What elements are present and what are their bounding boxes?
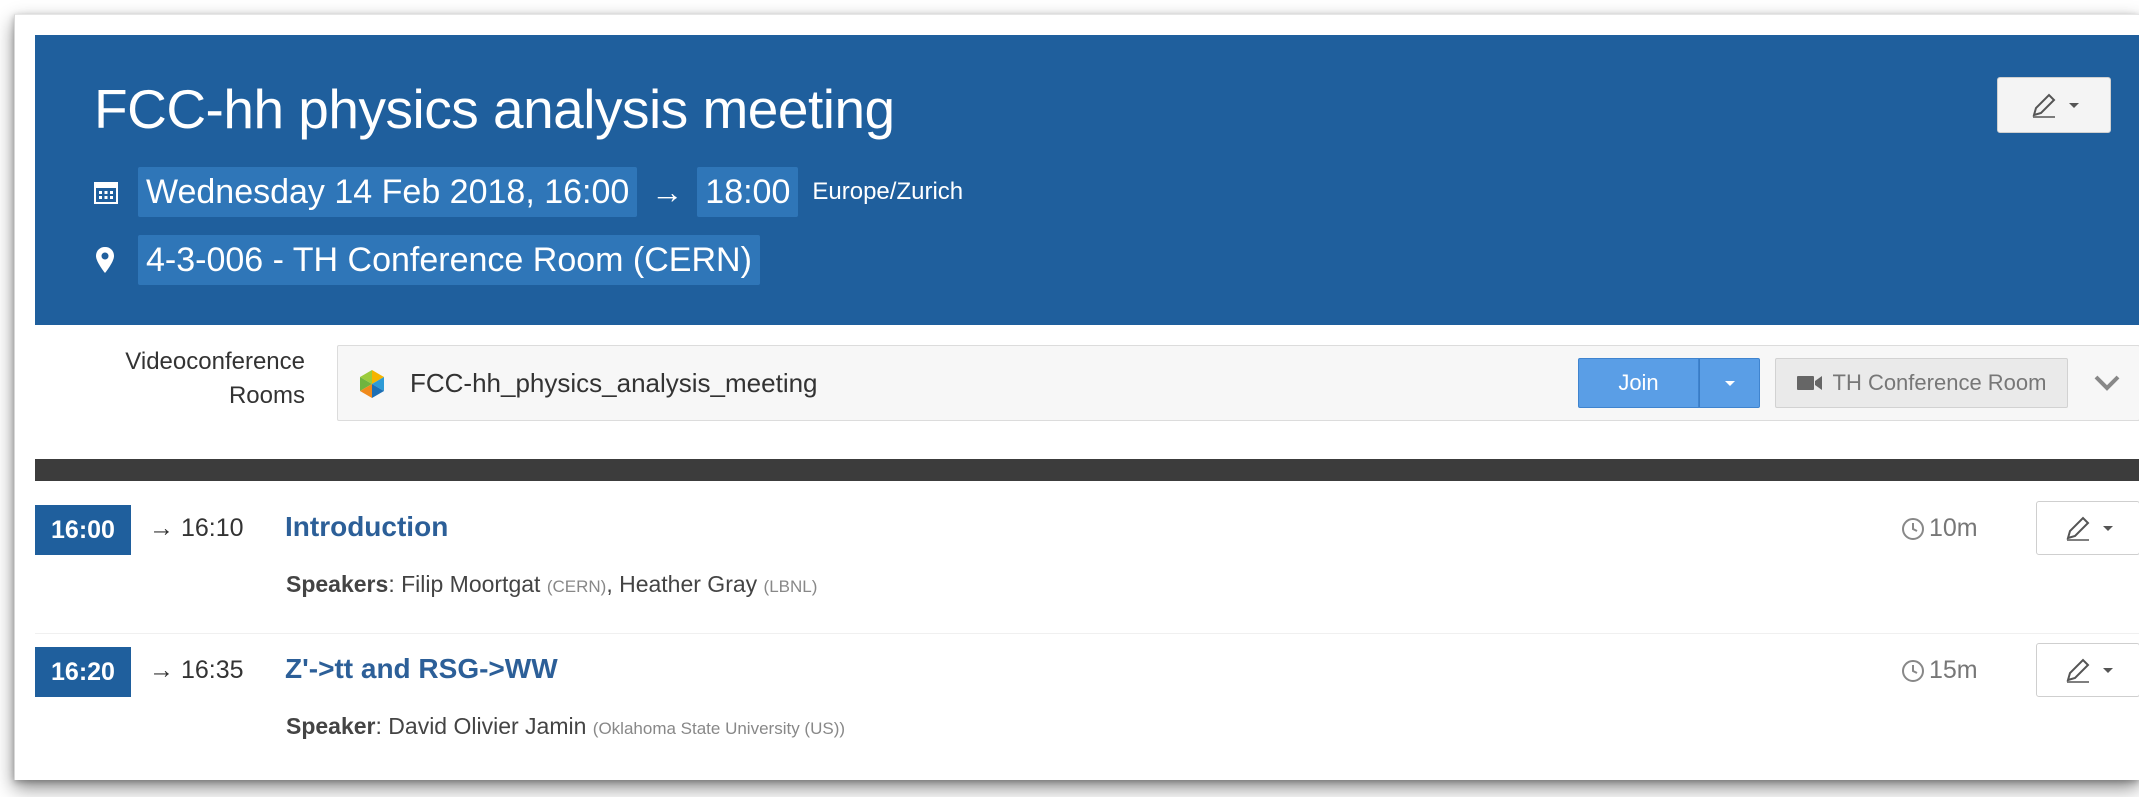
- event-header: FCC-hh physics analysis meeting Wednesda…: [35, 35, 2139, 325]
- videoconference-room: FCC-hh_physics_analysis_meeting Join TH …: [337, 345, 2139, 421]
- event-start-datetime: Wednesday 14 Feb 2018, 16:00: [138, 167, 638, 217]
- event-title: FCC-hh physics analysis meeting: [94, 78, 895, 140]
- speaker-name: Filip Moortgat: [401, 571, 541, 597]
- speaker-affiliation: (Oklahoma State University (US)): [592, 719, 846, 738]
- row-divider: [35, 633, 2139, 634]
- duration-value: 10m: [1929, 514, 1978, 542]
- time-arrow: →: [651, 173, 684, 210]
- speakers-label: Speakers: [286, 571, 389, 597]
- clock-icon: [1902, 517, 1924, 540]
- timetable-row: 16:20 → 16:35 Z'->tt and RSG->WW Speaker…: [35, 643, 2139, 767]
- calendar-icon: [94, 182, 118, 204]
- event-edit-button[interactable]: [1997, 77, 2111, 133]
- event-timezone: Europe/Zurich: [812, 178, 964, 205]
- contribution-end-time: → 16:10: [149, 514, 244, 542]
- event-end-time: 18:00: [697, 167, 799, 217]
- map-pin-icon: [96, 247, 114, 273]
- caret-down-icon: [2103, 525, 2113, 531]
- caret-down-icon: [2103, 667, 2113, 673]
- page-frame: FCC-hh physics analysis meeting Wednesda…: [14, 14, 2139, 780]
- videoconference-label: Videoconference Rooms: [125, 348, 305, 409]
- speaker-affiliation: (LBNL): [763, 577, 818, 596]
- pencil-icon: [2066, 658, 2090, 683]
- vidyo-logo: [360, 370, 384, 398]
- pencil-icon: [2066, 516, 2090, 541]
- contribution-duration: 10m: [1901, 514, 1978, 543]
- contribution-start-time: 16:20: [35, 647, 131, 697]
- event-location-line: 4-3-006 - TH Conference Room (CERN): [94, 235, 760, 285]
- contribution-title-link[interactable]: Introduction: [285, 511, 448, 543]
- conference-room-button[interactable]: TH Conference Room: [1775, 358, 2068, 408]
- conference-room-label: TH Conference Room: [1832, 370, 2047, 395]
- contribution-title-link[interactable]: Z'->tt and RSG->WW: [285, 653, 558, 685]
- pencil-icon: [2032, 93, 2056, 118]
- join-button[interactable]: Join: [1578, 358, 1699, 408]
- contribution-duration: 15m: [1901, 656, 1978, 685]
- event-date-line: Wednesday 14 Feb 2018, 16:00 → 18:00 Eur…: [94, 167, 963, 217]
- timetable-separator: [35, 459, 2139, 481]
- speakers-label: Speaker: [286, 713, 376, 739]
- timetable-row: 16:00 → 16:10 Introduction Speakers: Fil…: [35, 501, 2139, 625]
- videoconference-room-name: FCC-hh_physics_analysis_meeting: [410, 368, 818, 398]
- clock-icon: [1902, 659, 1924, 682]
- contribution-end-time: → 16:35: [149, 656, 244, 684]
- duration-value: 15m: [1929, 656, 1978, 684]
- caret-down-icon: [1724, 380, 1735, 386]
- video-camera-icon: [1796, 376, 1822, 390]
- speaker-affiliation: (CERN): [546, 577, 607, 596]
- speaker-name: Heather Gray: [619, 571, 758, 597]
- contribution-speakers: Speaker: David Olivier Jamin (Oklahoma S…: [286, 713, 846, 739]
- contribution-start-time: 16:00: [35, 505, 131, 555]
- event-location: 4-3-006 - TH Conference Room (CERN): [138, 235, 760, 285]
- speaker-name: David Olivier Jamin: [388, 713, 587, 739]
- contribution-speakers: Speakers: Filip Moortgat (CERN), Heather…: [286, 571, 818, 597]
- caret-down-icon: [2069, 102, 2079, 108]
- chevron-down-icon[interactable]: [2093, 372, 2121, 394]
- contribution-edit-button[interactable]: [2036, 643, 2139, 697]
- contribution-edit-button[interactable]: [2036, 501, 2139, 555]
- join-dropdown-button[interactable]: [1699, 358, 1760, 408]
